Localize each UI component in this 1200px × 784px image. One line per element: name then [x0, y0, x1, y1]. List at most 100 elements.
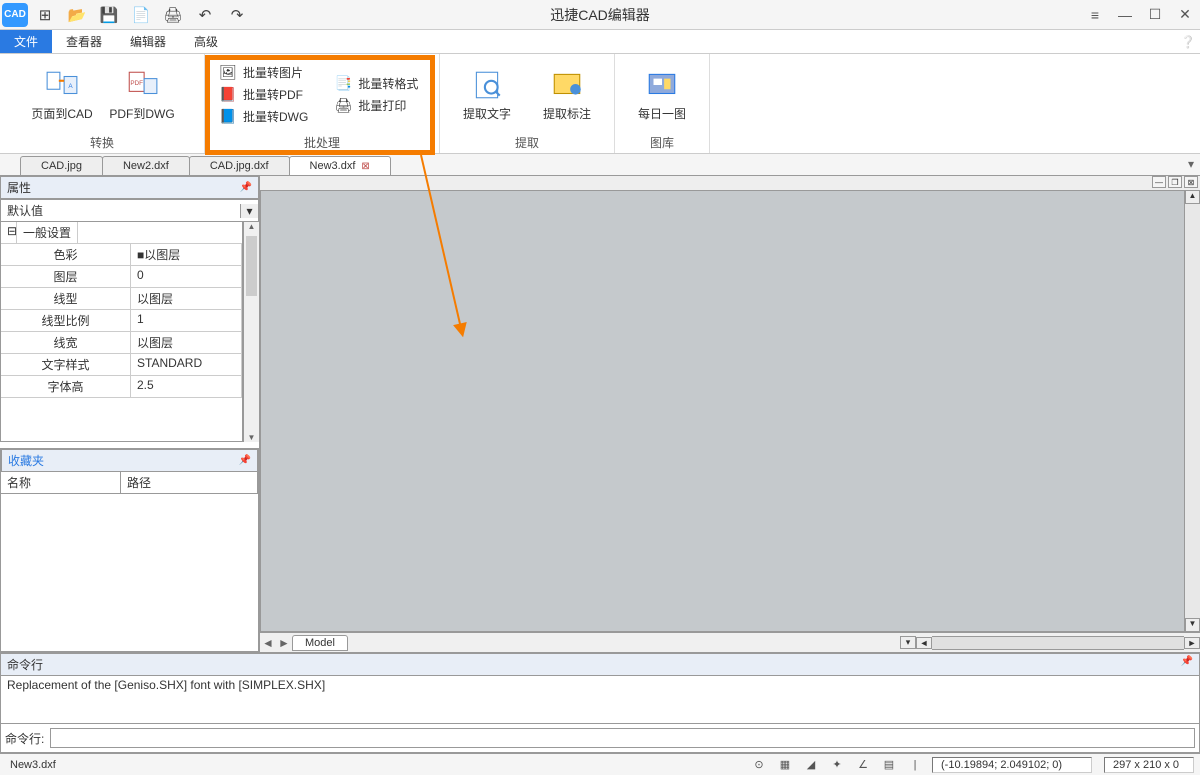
pin-icon[interactable]: 📌	[1181, 656, 1193, 673]
properties-panel-header: 属性 📌	[0, 176, 259, 199]
property-row[interactable]: 线型比例1	[1, 310, 242, 332]
batch-print-button[interactable]: 🖨批量打印	[330, 95, 422, 115]
favorites-list[interactable]	[1, 494, 258, 651]
menu-viewer[interactable]: 查看器	[52, 30, 116, 53]
drawing-canvas[interactable]	[260, 190, 1200, 632]
extract-annot-label: 提取标注	[543, 105, 591, 122]
daily-image-button[interactable]: 每日一图	[628, 67, 696, 122]
command-log[interactable]: Replacement of the [Geniso.SHX] font wit…	[0, 676, 1200, 724]
pdf-icon: 📕	[219, 85, 237, 103]
page-to-cad-icon: A	[44, 67, 80, 103]
properties-table: ⊟一般设置 色彩■以图层 图层0 线型以图层 线型比例1 线宽以图层 文字样式S…	[0, 222, 243, 442]
property-value[interactable]: 以图层	[131, 288, 242, 309]
redo-icon[interactable]: ↷	[222, 2, 252, 28]
properties-scrollbar[interactable]	[243, 222, 259, 442]
maximize-icon[interactable]: ☐	[1140, 0, 1170, 30]
pin-icon[interactable]: 📌	[240, 182, 252, 193]
model-tab[interactable]: Model	[292, 635, 348, 651]
property-key: 线型	[1, 288, 131, 309]
menu-editor[interactable]: 编辑器	[116, 30, 180, 53]
doc-tab[interactable]: CAD.jpg.dxf	[189, 156, 290, 175]
properties-section-row[interactable]: ⊟一般设置	[1, 222, 242, 244]
help-icon[interactable]: ❔	[1176, 30, 1200, 53]
undo-icon[interactable]: ↶	[190, 2, 220, 28]
menu-file[interactable]: 文件	[0, 30, 52, 53]
grid-icon[interactable]: ▦	[776, 756, 794, 774]
batch-to-image-button[interactable]: 🖼批量转图片	[215, 62, 312, 82]
pin-icon[interactable]: 📌	[239, 455, 251, 466]
property-value[interactable]: 2.5	[131, 376, 242, 397]
properties-panel-title: 属性	[7, 179, 31, 196]
favorites-panel: 收藏夹 📌 名称 路径	[0, 448, 259, 652]
canvas-minimize-icon[interactable]: —	[1152, 176, 1166, 188]
favorites-col-path[interactable]: 路径	[121, 472, 258, 493]
scroll-left-icon[interactable]: ◄	[916, 637, 932, 649]
save-icon[interactable]: 💾	[94, 2, 124, 28]
extract-annot-button[interactable]: 提取标注	[533, 67, 601, 122]
layers-icon[interactable]: ▤	[880, 756, 898, 774]
extract-text-button[interactable]: 提取文字	[453, 67, 521, 122]
favorites-col-name[interactable]: 名称	[1, 472, 121, 493]
ribbon-group-batch: 🖼批量转图片 📕批量转PDF 📘批量转DWG 📑批量转格式 🖨批量打印 批处理	[205, 54, 440, 153]
export-pdf-icon[interactable]: 📄	[126, 2, 156, 28]
snap-icon[interactable]: ⊙	[750, 756, 768, 774]
batch-to-dwg-button[interactable]: 📘批量转DWG	[215, 106, 312, 126]
app-logo-icon[interactable]: CAD	[2, 3, 28, 27]
command-input[interactable]	[50, 728, 1195, 748]
pdf-to-dwg-label: PDF到DWG	[109, 105, 174, 122]
status-coordinates: (-10.19894; 2.049102; 0)	[932, 757, 1092, 773]
menu-advanced[interactable]: 高级	[180, 30, 232, 53]
property-row[interactable]: 图层0	[1, 266, 242, 288]
osnap-icon[interactable]: ✦	[828, 756, 846, 774]
open-icon[interactable]: 📂	[62, 2, 92, 28]
tab-close-icon[interactable]: ⊠	[361, 161, 369, 172]
tab-nav-next-icon[interactable]: ►	[276, 636, 292, 650]
canvas-horizontal-scrollbar[interactable]: ▾ ◄ ►	[900, 636, 1200, 650]
property-key: 线宽	[1, 332, 131, 353]
dropdown-icon[interactable]: ▾	[240, 204, 258, 218]
ribbon-minimize-icon[interactable]: ≡	[1080, 0, 1110, 30]
command-panel-title: 命令行	[7, 656, 43, 673]
print-icon[interactable]: 🖨	[158, 2, 188, 28]
batch-to-format-button[interactable]: 📑批量转格式	[330, 73, 422, 93]
image-icon: 🖼	[219, 63, 237, 81]
canvas-vertical-scrollbar[interactable]: ▲▼	[1184, 190, 1200, 632]
doc-tab[interactable]: CAD.jpg	[20, 156, 103, 175]
status-bar: New3.dxf ⊙ ▦ ◢ ✦ ∠ ▤ | (-10.19894; 2.049…	[0, 753, 1200, 775]
tabs-dropdown-icon[interactable]: ▾	[1188, 157, 1194, 171]
property-value[interactable]: 以图层	[131, 332, 242, 353]
new-icon[interactable]: ⊞	[30, 2, 60, 28]
page-to-cad-button[interactable]: A 页面到CAD	[28, 67, 96, 122]
property-row[interactable]: 线宽以图层	[1, 332, 242, 354]
window-title: 迅捷CAD编辑器	[550, 5, 650, 25]
batch-to-pdf-button[interactable]: 📕批量转PDF	[215, 84, 312, 104]
pdf-to-dwg-icon: PDF	[124, 67, 160, 103]
pdf-to-dwg-button[interactable]: PDF PDF到DWG	[108, 67, 176, 122]
property-row[interactable]: 文字样式STANDARD	[1, 354, 242, 376]
property-value[interactable]: STANDARD	[131, 354, 242, 375]
scroll-right-icon[interactable]: ►	[1184, 637, 1200, 649]
ortho-icon[interactable]: ◢	[802, 756, 820, 774]
property-row[interactable]: 色彩■以图层	[1, 244, 242, 266]
scroll-dropdown-icon[interactable]: ▾	[900, 636, 916, 649]
close-icon[interactable]: ✕	[1170, 0, 1200, 30]
property-row[interactable]: 线型以图层	[1, 288, 242, 310]
left-panel: 属性 📌 默认值 ▾ ⊟一般设置 色彩■以图层 图层0 线型以图层 线型比例1 …	[0, 176, 260, 652]
status-filename: New3.dxf	[6, 759, 60, 771]
extract-text-icon	[469, 67, 505, 103]
doc-tab[interactable]: New2.dxf	[102, 156, 190, 175]
doc-tab[interactable]: New3.dxf⊠	[289, 156, 391, 175]
canvas-close-icon[interactable]: ⊠	[1184, 176, 1198, 188]
window-controls: ≡ — ☐ ✕	[1080, 0, 1200, 30]
tab-nav-prev-icon[interactable]: ◄	[260, 636, 276, 650]
menu-bar: 文件 查看器 编辑器 高级 ❔	[0, 30, 1200, 54]
properties-selector[interactable]: 默认值 ▾	[0, 199, 259, 222]
tracking-icon[interactable]: ∠	[854, 756, 872, 774]
canvas-restore-icon[interactable]: ❐	[1168, 176, 1182, 188]
property-value[interactable]: ■以图层	[131, 244, 242, 265]
minimize-icon[interactable]: —	[1110, 0, 1140, 30]
property-row[interactable]: 字体高2.5	[1, 376, 242, 398]
property-value[interactable]: 1	[131, 310, 242, 331]
canvas-window-controls: — ❐ ⊠	[260, 176, 1200, 190]
property-value[interactable]: 0	[131, 266, 242, 287]
